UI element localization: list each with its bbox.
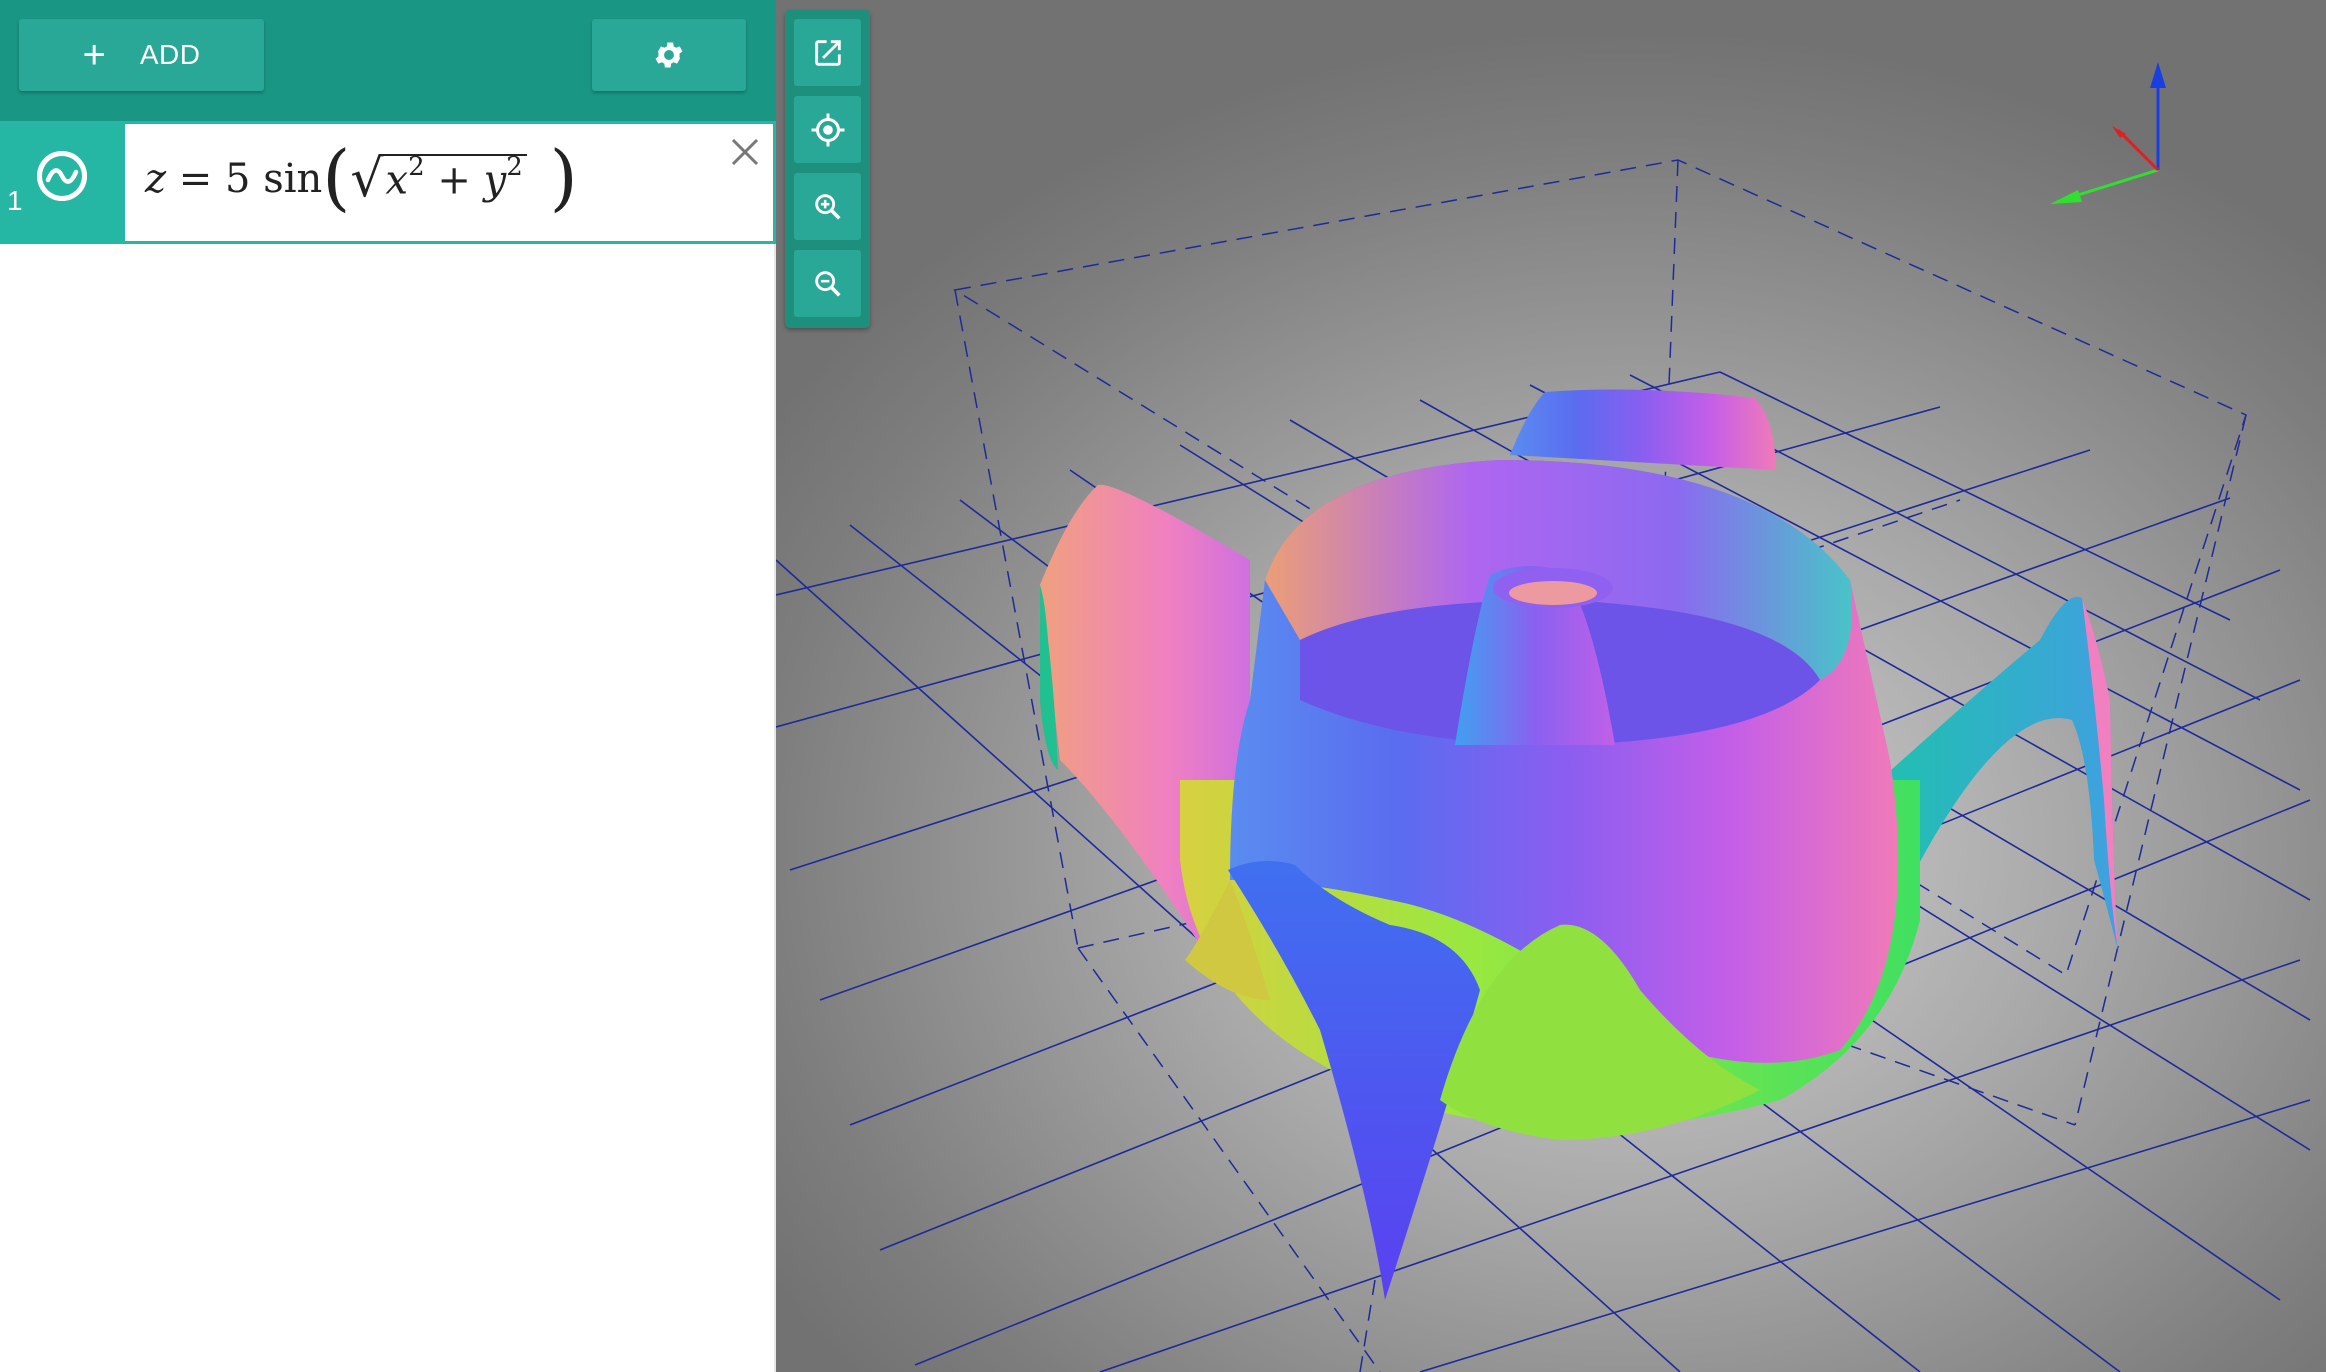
wave-icon	[37, 151, 87, 201]
expression-row[interactable]: 1 z = 5 sin(√ x2 + y2 )	[0, 121, 776, 244]
zoom-out-button[interactable]	[794, 250, 861, 317]
expression-index: 1	[7, 185, 23, 216]
zoom-in-button[interactable]	[794, 173, 861, 240]
open-in-new-window-button[interactable]	[794, 19, 861, 86]
graph-3d-canvas[interactable]	[776, 0, 2326, 1372]
expression-toolbar: + ADD	[0, 0, 776, 121]
close-icon[interactable]	[727, 134, 763, 170]
axes-gizmo	[2050, 62, 2166, 204]
visibility-toggle[interactable]	[37, 151, 87, 201]
expression-gutter: 1	[0, 121, 122, 244]
zoom-out-icon	[814, 270, 841, 297]
add-button[interactable]: + ADD	[19, 19, 264, 91]
gear-icon	[655, 42, 683, 68]
view-tools-panel	[785, 10, 870, 328]
plus-icon: +	[82, 33, 106, 77]
expression-panel: + ADD 1 z = 5 sin(√ x2 + y2 )	[0, 0, 776, 1372]
add-button-label: ADD	[139, 39, 201, 70]
open-external-icon	[814, 39, 841, 66]
graph-scene	[776, 62, 2311, 1372]
settings-button[interactable]	[592, 19, 746, 91]
surface-plot	[1040, 389, 2118, 1300]
zoom-in-icon	[814, 193, 841, 220]
recenter-button[interactable]	[794, 96, 861, 163]
expression-input[interactable]: z = 5 sin(√ x2 + y2 )	[122, 121, 776, 244]
center-target-icon	[811, 113, 844, 146]
expression-math: z = 5 sin(√ x2 + y2 )	[145, 135, 578, 219]
